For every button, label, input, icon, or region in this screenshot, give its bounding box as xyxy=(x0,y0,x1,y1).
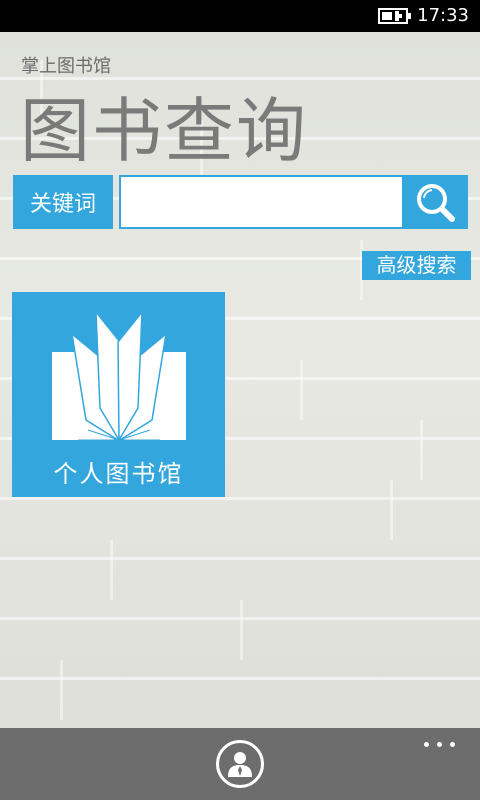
profile-button[interactable] xyxy=(216,740,264,788)
app-title: 掌上图书馆 xyxy=(21,56,111,77)
advanced-search-button[interactable]: 高级搜索 xyxy=(362,251,471,280)
wall-texture xyxy=(300,360,303,420)
phone-screen: 17:33 掌上图书馆 图书查询 关键词 高级搜索 个人图书馆 xyxy=(0,0,480,800)
wall-texture xyxy=(420,420,423,480)
search-button[interactable] xyxy=(402,175,468,229)
wall-texture xyxy=(240,600,243,660)
open-book-icon xyxy=(52,312,186,443)
keyword-label: 关键词 xyxy=(13,175,113,229)
clock: 17:33 xyxy=(417,5,469,26)
personal-library-tile[interactable]: 个人图书馆 xyxy=(12,292,225,497)
app-bar xyxy=(0,728,480,800)
ellipsis-icon xyxy=(450,742,455,747)
tile-label: 个人图书馆 xyxy=(53,460,184,488)
ellipsis-icon xyxy=(437,742,442,747)
user-profile-icon xyxy=(228,752,252,777)
page-title: 图书查询 xyxy=(20,90,308,172)
battery-charging-icon xyxy=(378,8,411,24)
wall-texture xyxy=(110,540,113,600)
more-options-button[interactable] xyxy=(420,732,460,756)
ellipsis-icon xyxy=(424,742,429,747)
search-input[interactable] xyxy=(119,175,410,229)
wall-texture xyxy=(60,660,63,720)
magnifier-icon xyxy=(417,184,455,222)
wall-texture xyxy=(390,480,393,540)
status-bar: 17:33 xyxy=(0,0,480,32)
